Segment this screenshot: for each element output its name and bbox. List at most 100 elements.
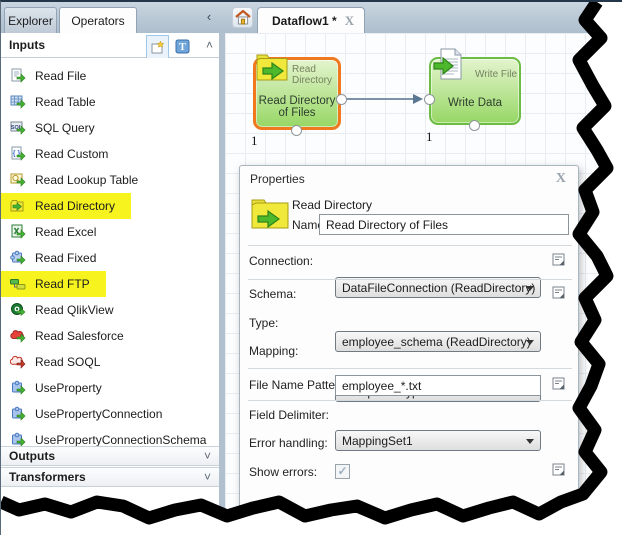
error-handling-label: Error handling:	[249, 436, 328, 450]
operator-label: Read File	[35, 69, 87, 83]
operator-label: Read QlikView	[35, 303, 114, 317]
tab-dataflow1[interactable]: Dataflow1 * X	[257, 7, 366, 33]
read-ftp-icon	[10, 279, 26, 290]
operator-read-fixed[interactable]: Read Fixed	[1, 245, 112, 271]
separator	[248, 368, 572, 369]
operator-label: UseProperty	[35, 381, 102, 395]
operator-read-lookup-table[interactable]: Read Lookup Table	[1, 167, 154, 193]
show-errors-label: Show errors:	[249, 465, 318, 479]
show-errors-checkbox[interactable]: ✓	[335, 464, 350, 479]
properties-panel-header[interactable]: Properties X	[240, 166, 578, 192]
collapse-inputs-icon[interactable]: ˄	[206, 38, 213, 52]
property-override-icon[interactable]	[552, 253, 566, 267]
operator-label: Read Salesforce	[35, 329, 124, 343]
read-salesforce-icon	[10, 330, 26, 343]
transformers-section-header[interactable]: Transformers ˅	[1, 467, 219, 487]
property-override-icon[interactable]	[552, 377, 566, 391]
operator-label: Read Custom	[35, 147, 109, 161]
operator-label: Read Directory	[35, 199, 116, 213]
tab-explorer-label: Explorer	[8, 13, 53, 28]
node-name-label: Read Directory of Files	[258, 95, 336, 119]
tab-dataflow1-label: Dataflow1 *	[272, 13, 337, 28]
application-window: Explorer Operators ‹ Dataflow1 * X Input…	[0, 0, 622, 535]
field-delimiter-dropdown[interactable]: Comma	[335, 515, 541, 535]
connection-dropdown[interactable]: DataFileConnection (ReadDirectory)	[335, 277, 541, 298]
operators-sidebar: Inputs T ˄ Read File Read Table SQL SQL …	[1, 33, 219, 535]
field-delimiter-label: Field Delimiter:	[249, 408, 330, 422]
schema-value: employee_schema (ReadDirectory)	[342, 334, 531, 349]
separator	[248, 245, 572, 246]
properties-panel: Properties X Read Directory Name: Read D…	[239, 165, 579, 535]
transformers-section-label: Transformers	[9, 470, 86, 484]
operator-label: Read Excel	[35, 225, 97, 239]
read-custom-icon: { }	[11, 146, 26, 161]
operator-read-excel[interactable]: Read Excel	[1, 219, 112, 245]
write-file-icon	[433, 48, 462, 80]
operator-label: Read FTP	[35, 277, 90, 291]
operator-useproperty[interactable]: UseProperty	[1, 375, 118, 401]
text-tool-icon: T	[175, 39, 190, 54]
bottom-port[interactable]	[291, 125, 302, 136]
close-panel-icon[interactable]: X	[556, 172, 566, 186]
operator-read-custom[interactable]: { } Read Custom	[1, 141, 124, 167]
operator-read-soql[interactable]: Read SOQL	[1, 349, 116, 375]
name-value: Read Directory of Files	[326, 217, 449, 232]
input-port[interactable]	[424, 94, 435, 105]
svg-text:T: T	[179, 42, 186, 53]
dataflow-canvas[interactable]: Read Directory Read Directory of Files 1…	[225, 33, 622, 535]
inputs-section-header[interactable]: Inputs T ˄	[1, 33, 219, 58]
text-tool-button[interactable]: T	[171, 35, 194, 58]
expand-transformers-icon[interactable]: ˅	[204, 470, 211, 484]
node-type-label: Read Directory	[292, 64, 333, 86]
mapping-value: MappingSet1	[342, 433, 413, 448]
operator-read-salesforce[interactable]: Read Salesforce	[1, 323, 140, 349]
schema-dropdown[interactable]: employee_schema (ReadDirectory)	[335, 331, 541, 352]
operator-read-qlikview[interactable]: Read QlikView	[1, 297, 129, 323]
output-port[interactable]	[336, 94, 347, 105]
home-button[interactable]	[232, 7, 253, 28]
property-override-icon[interactable]	[552, 463, 566, 477]
operator-read-ftp[interactable]: Read FTP	[1, 271, 106, 297]
operator-read-directory[interactable]: Read Directory	[1, 193, 132, 219]
operator-label: Read Lookup Table	[35, 173, 139, 187]
outputs-section-label: Outputs	[9, 449, 55, 463]
port-count-label: 1	[426, 129, 433, 144]
operator-read-file[interactable]: Read File	[1, 63, 102, 89]
folder-read-icon	[256, 54, 288, 81]
dropdown-caret-icon	[526, 286, 534, 291]
read-soql-icon	[10, 355, 26, 369]
outputs-section-header[interactable]: Outputs ˅	[1, 446, 219, 466]
bottom-port[interactable]	[469, 120, 480, 131]
read-file-icon	[11, 68, 26, 83]
name-input[interactable]: Read Directory of Files	[319, 214, 569, 235]
operator-sql-query[interactable]: SQL SQL Query	[1, 115, 111, 141]
property-override-icon[interactable]	[552, 286, 566, 300]
read-directory-large-icon	[251, 199, 289, 229]
operator-usepropertyconnection[interactable]: UsePropertyConnection	[1, 401, 178, 427]
tab-operators[interactable]: Operators	[59, 7, 137, 33]
new-operator-button[interactable]	[146, 35, 169, 58]
connection-label: Connection:	[249, 254, 314, 268]
read-table-icon	[10, 95, 26, 109]
node-name-label: Write Data	[447, 97, 503, 109]
close-tab-icon[interactable]: X	[345, 14, 354, 27]
operator-label: Read Table	[35, 95, 96, 109]
schema-label: Schema:	[249, 287, 297, 301]
mapping-dropdown[interactable]: MappingSet1	[335, 430, 541, 451]
top-tab-bar: Explorer Operators ‹ Dataflow1 * X	[1, 2, 622, 33]
operator-read-table[interactable]: Read Table	[1, 89, 112, 115]
operator-label: UsePropertyConnection	[35, 407, 163, 421]
read-directory-icon	[10, 200, 24, 212]
tab-operators-label: Operators	[71, 13, 125, 28]
expand-outputs-icon[interactable]: ˅	[204, 449, 211, 463]
read-excel-icon	[11, 224, 26, 239]
properties-title: Properties	[250, 172, 305, 186]
node-type-label: Write File	[475, 69, 518, 80]
collapse-sidebar-icon[interactable]: ‹	[202, 8, 216, 26]
dropdown-caret-icon	[526, 439, 534, 444]
read-qlikview-icon	[11, 303, 26, 317]
use-property-icon	[12, 380, 26, 395]
file-name-pattern-input[interactable]: employee_*.txt	[335, 375, 541, 396]
tab-explorer[interactable]: Explorer	[4, 7, 57, 33]
field-delimiter-value: Comma	[342, 518, 385, 533]
